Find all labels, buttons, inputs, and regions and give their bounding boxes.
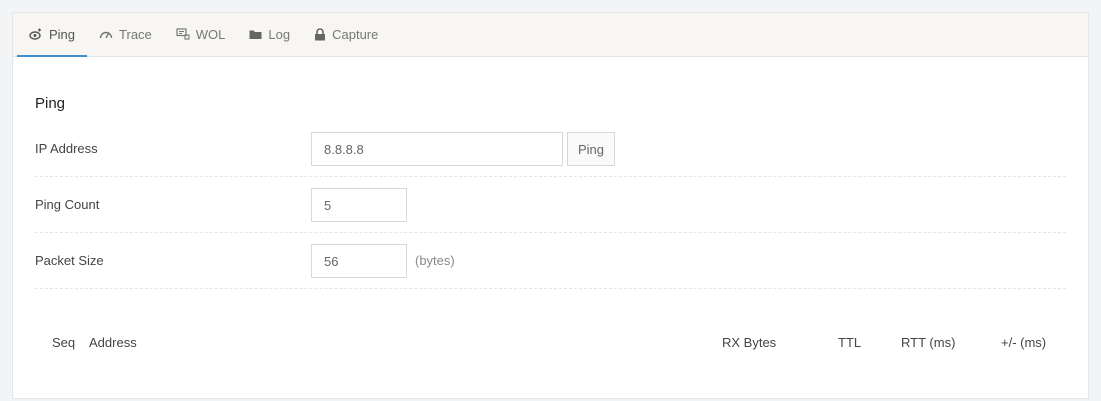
tab-log[interactable]: Log xyxy=(237,13,302,57)
ip-address-label: IP Address xyxy=(35,141,98,156)
column-header-rx-bytes: RX Bytes xyxy=(722,335,777,350)
results-table-header: Seq Address RX Bytes TTL RTT (ms) +/- (m… xyxy=(35,335,1066,359)
tab-trace[interactable]: Trace xyxy=(87,13,164,57)
packet-size-unit: (bytes) xyxy=(415,253,455,268)
ping-icon xyxy=(29,28,43,40)
column-header-ttl: TTL xyxy=(838,335,862,350)
packet-size-row: Packet Size (bytes) xyxy=(35,233,1066,289)
packet-size-input[interactable] xyxy=(311,244,407,278)
ping-count-input[interactable] xyxy=(311,188,407,222)
panel-title: Ping xyxy=(35,95,66,112)
column-header-seq: Seq xyxy=(52,335,76,350)
column-header-deviation: +/- (ms) xyxy=(1001,335,1047,350)
ping-count-row: Ping Count xyxy=(35,177,1066,233)
tab-capture[interactable]: Capture xyxy=(302,13,390,57)
packet-size-label: Packet Size xyxy=(35,253,104,268)
tab-label: WOL xyxy=(195,26,226,42)
tab-ping[interactable]: Ping xyxy=(17,13,88,57)
tab-label: Log xyxy=(268,26,291,42)
column-header-address: Address xyxy=(89,335,137,350)
ping-count-label: Ping Count xyxy=(35,197,100,212)
ping-panel: Ping IP Address Ping Ping Count Packet S… xyxy=(21,83,1080,398)
ip-address-row: IP Address Ping xyxy=(35,121,1066,177)
lock-icon xyxy=(314,27,326,41)
tab-bar: Ping Trace WOL Log Capture xyxy=(13,13,1088,57)
ping-button[interactable]: Ping xyxy=(567,132,616,166)
column-header-rtt: RTT (ms) xyxy=(901,335,956,350)
ip-address-input[interactable] xyxy=(311,132,563,166)
tab-label: Trace xyxy=(119,26,152,42)
folder-icon xyxy=(249,29,262,40)
gauge-icon xyxy=(99,28,113,40)
network-icon xyxy=(176,28,190,40)
tab-wol[interactable]: WOL xyxy=(164,13,238,57)
tab-label: Capture xyxy=(332,26,379,42)
tab-label: Ping xyxy=(49,26,76,42)
main-container: Ping Trace WOL Log Capture Ping IP Addre… xyxy=(12,12,1089,399)
